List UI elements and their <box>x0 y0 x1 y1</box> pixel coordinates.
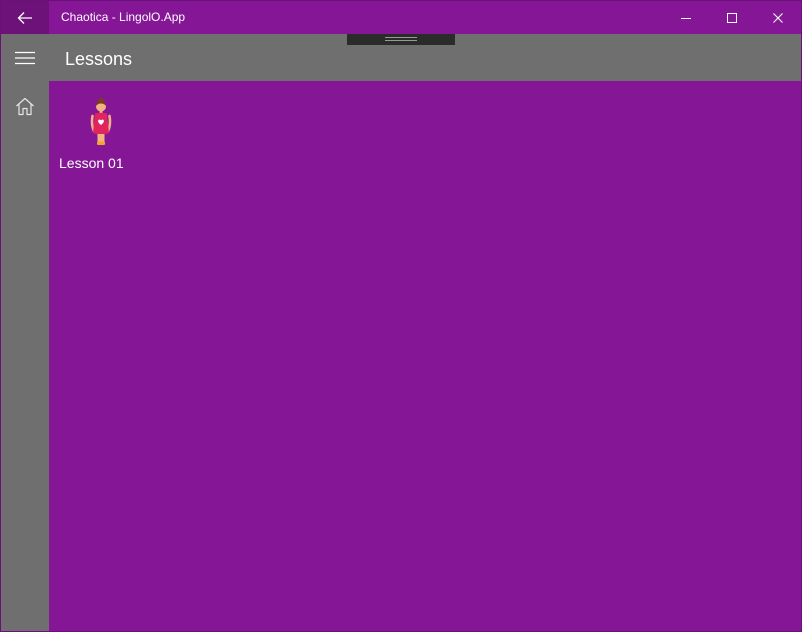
lessons-grid: Lesson 01 <box>49 81 801 631</box>
woman-figure-icon <box>90 98 112 145</box>
drag-handle[interactable] <box>347 34 455 45</box>
back-button[interactable] <box>1 1 49 34</box>
minimize-icon <box>681 17 691 19</box>
drag-handle-line <box>385 40 417 41</box>
page-header: Lessons <box>49 34 801 81</box>
page-title: Lessons <box>65 49 133 69</box>
home-icon <box>16 97 34 115</box>
minimize-button[interactable] <box>663 1 709 34</box>
arrow-left-icon <box>17 11 32 24</box>
app-window: Chaotica - LingolO.App Lessons Lesson 01 <box>0 0 802 632</box>
maximize-icon <box>727 12 737 23</box>
drag-handle-line <box>385 37 417 38</box>
nav-item-home[interactable] <box>1 84 49 128</box>
navigation-pane <box>1 34 49 631</box>
window-title: Chaotica - LingolO.App <box>61 10 186 24</box>
lesson-tile[interactable]: Lesson 01 <box>57 95 127 175</box>
lesson-label: Lesson 01 <box>59 155 124 171</box>
close-icon <box>773 12 783 23</box>
close-button[interactable] <box>755 1 801 34</box>
hamburger-menu-button[interactable] <box>1 34 49 81</box>
hamburger-icon <box>15 51 35 64</box>
title-bar: Chaotica - LingolO.App <box>1 1 801 34</box>
maximize-button[interactable] <box>709 1 755 34</box>
